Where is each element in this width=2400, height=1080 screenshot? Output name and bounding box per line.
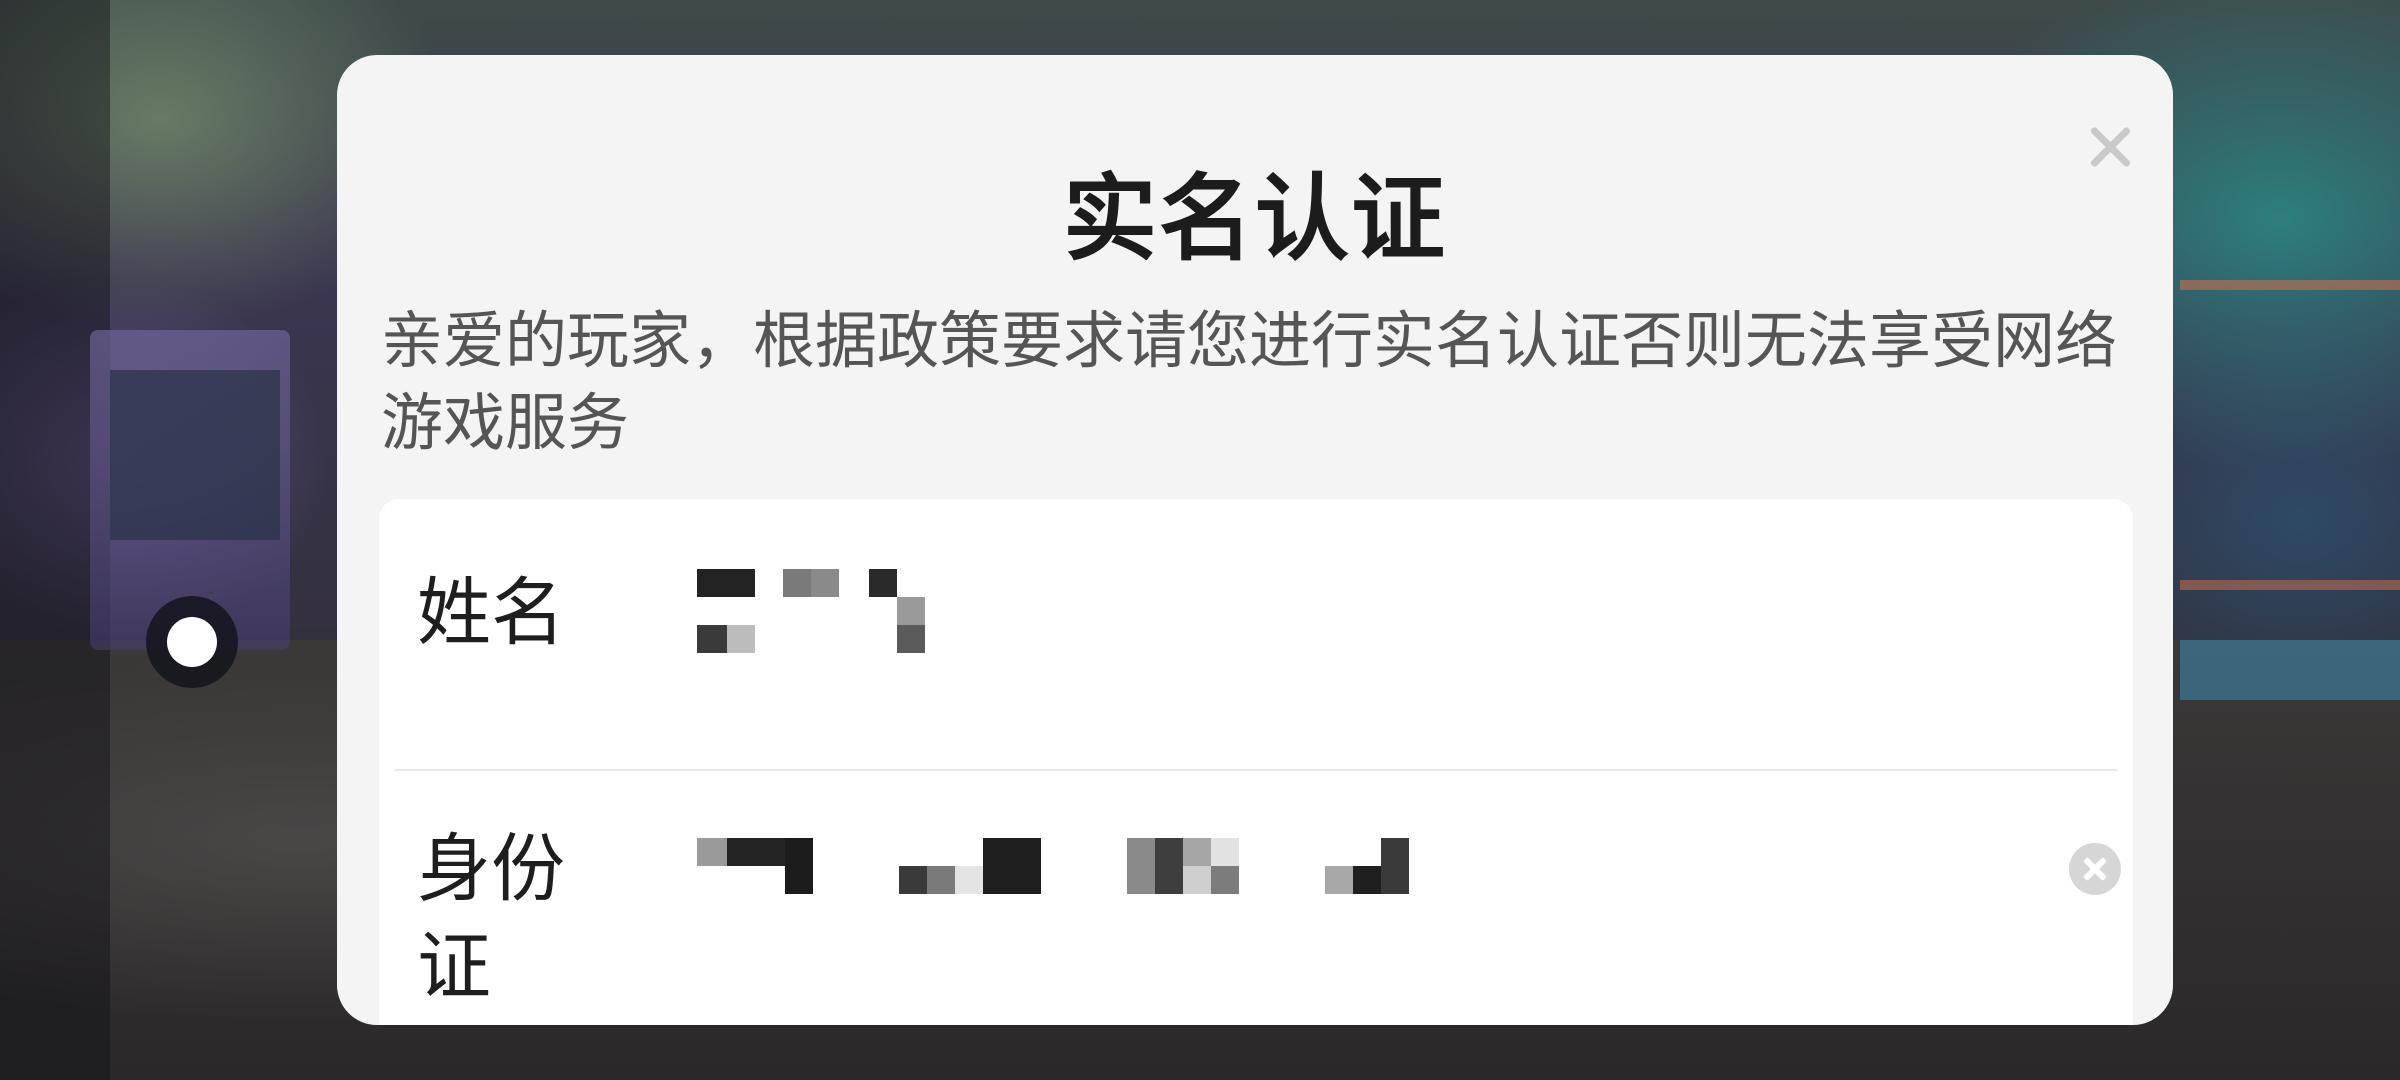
name-row: 姓名	[379, 499, 2133, 769]
floating-assist-button[interactable]	[146, 596, 238, 688]
id-number-row: 身份证	[379, 769, 2133, 1025]
id-number-label: 身份证	[417, 826, 565, 1010]
verification-form: 姓名 身份证	[379, 499, 2133, 1025]
real-name-verification-dialog: 实名认证 亲爱的玩家，根据政策要求请您进行实名认证否则无法享受网络游戏服务 姓名	[337, 55, 2173, 1025]
dialog-description: 亲爱的玩家，根据政策要求请您进行实名认证否则无法享受网络游戏服务	[381, 304, 2118, 459]
game-screen: 实名认证 亲爱的玩家，根据政策要求请您进行实名认证否则无法享受网络游戏服务 姓名	[0, 0, 2400, 1080]
dialog-title: 实名认证	[1062, 165, 1447, 274]
name-label: 姓名	[417, 570, 565, 656]
clear-circle-icon[interactable]	[2069, 843, 2121, 895]
close-icon[interactable]	[2080, 117, 2140, 177]
dot-icon	[167, 617, 217, 667]
